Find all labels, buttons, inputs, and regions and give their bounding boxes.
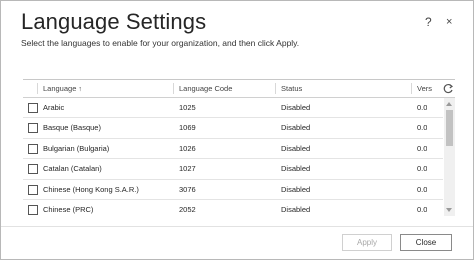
scrollbar-thumb[interactable] [446, 110, 453, 146]
apply-button[interactable]: Apply [342, 234, 392, 251]
row-checkbox[interactable] [28, 103, 38, 113]
language-code-cell: 1069 [179, 123, 196, 133]
language-code-cell: 2052 [179, 204, 196, 214]
column-header-language-code[interactable]: Language Code [179, 80, 232, 97]
table-row[interactable]: Chinese (Hong Kong S.A.R.) 3076 Disabled… [23, 180, 443, 200]
language-cell: Basque (Basque) [43, 123, 101, 133]
languages-grid: Language ↑ Language Code Status Vers Arab… [23, 79, 455, 216]
status-cell: Disabled [281, 143, 311, 153]
status-cell: Disabled [281, 204, 311, 214]
close-icon[interactable]: × [446, 16, 452, 28]
sort-ascending-icon: ↑ [78, 86, 82, 93]
table-row[interactable]: Chinese (PRC) 2052 Disabled 0.0 [23, 200, 443, 216]
language-cell: Chinese (Hong Kong S.A.R.) [43, 184, 139, 194]
footer-divider [1, 226, 473, 227]
column-separator [411, 83, 412, 94]
table-row[interactable]: Arabic 1025 Disabled 0.0 [23, 98, 443, 119]
version-cell: 0.0 [417, 143, 428, 153]
language-code-cell: 1026 [179, 143, 196, 153]
column-header-version[interactable]: Vers [417, 80, 439, 97]
column-separator [275, 83, 276, 94]
row-checkbox[interactable] [28, 123, 38, 134]
version-cell: 0.0 [417, 184, 428, 194]
table-row[interactable]: Basque (Basque) 1069 Disabled 0.0 [23, 118, 443, 139]
version-cell: 0.0 [417, 204, 428, 214]
column-separator [37, 83, 38, 94]
column-header-status[interactable]: Status [281, 80, 302, 97]
help-icon[interactable]: ? [425, 15, 432, 29]
refresh-icon[interactable] [441, 82, 455, 96]
grid-header: Language ↑ Language Code Status Vers [23, 80, 455, 98]
row-checkbox[interactable] [28, 143, 38, 154]
language-settings-dialog: Language Settings ? × Select the languag… [0, 0, 474, 260]
version-cell: 0.0 [417, 123, 428, 133]
language-cell: Arabic [43, 103, 65, 112]
status-cell: Disabled [281, 123, 311, 133]
close-button[interactable]: Close [400, 234, 452, 251]
dialog-title: Language Settings [21, 9, 207, 34]
language-cell: Catalan (Catalan) [43, 164, 102, 174]
dialog-subtitle: Select the languages to enable for your … [21, 38, 300, 48]
table-row[interactable]: Catalan (Catalan) 1027 Disabled 0.0 [23, 159, 443, 180]
column-header-language[interactable]: Language ↑ [43, 80, 82, 97]
scroll-up-icon[interactable] [446, 102, 452, 106]
status-cell: Disabled [281, 184, 311, 194]
language-code-cell: 1025 [179, 103, 196, 112]
column-header-language-label: Language [43, 84, 77, 93]
scroll-down-icon[interactable] [446, 208, 452, 212]
row-checkbox[interactable] [28, 184, 38, 195]
row-checkbox[interactable] [28, 164, 38, 175]
version-cell: 0.0 [417, 164, 428, 174]
status-cell: Disabled [281, 164, 311, 174]
column-separator [173, 83, 174, 94]
language-cell: Chinese (PRC) [43, 204, 94, 214]
language-code-cell: 1027 [179, 164, 196, 174]
table-row[interactable]: Bulgarian (Bulgaria) 1026 Disabled 0.0 [23, 139, 443, 160]
vertical-scrollbar[interactable] [444, 98, 455, 216]
language-code-cell: 3076 [179, 184, 196, 194]
status-cell: Disabled [281, 103, 311, 112]
grid-rows: Arabic 1025 Disabled 0.0 Basque (Basque)… [23, 98, 443, 216]
version-cell: 0.0 [417, 103, 428, 112]
language-cell: Bulgarian (Bulgaria) [43, 143, 110, 153]
row-checkbox[interactable] [28, 204, 38, 215]
